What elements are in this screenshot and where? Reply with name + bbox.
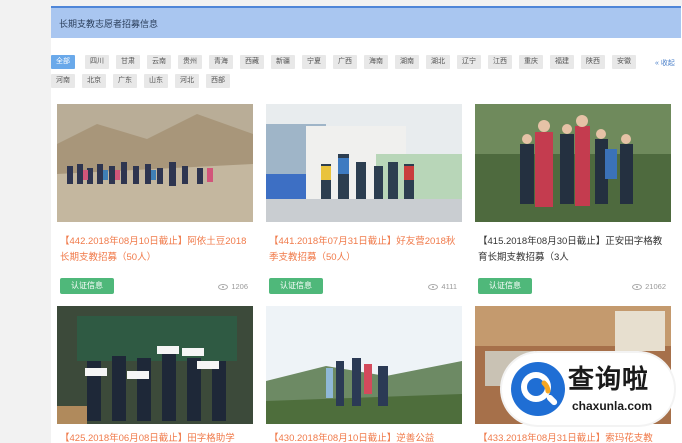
filter-tag[interactable]: 湖北 bbox=[426, 55, 450, 69]
card-title[interactable]: 【425.2018年06月08日截止】田字格助学 bbox=[60, 431, 252, 443]
filter-tag[interactable]: 湖南 bbox=[395, 55, 419, 69]
collapse-link[interactable]: « 收起 bbox=[655, 58, 675, 68]
filter-tag[interactable]: 重庆 bbox=[519, 55, 543, 69]
view-count-value: 4111 bbox=[441, 282, 457, 291]
filter-tag[interactable]: 贵州 bbox=[178, 55, 202, 69]
filter-tag[interactable]: 青海 bbox=[209, 55, 233, 69]
card-photo[interactable] bbox=[266, 104, 462, 222]
filter-tag[interactable]: 海南 bbox=[364, 55, 388, 69]
recruit-card[interactable]: 【415.2018年08月30日截止】正安田字格教育长期支教招募（3人 认证信息… bbox=[475, 104, 671, 304]
recruit-card[interactable]: 【430.2018年08月10日截止】逆善公益 bbox=[266, 306, 462, 443]
filter-tag[interactable]: 江西 bbox=[488, 55, 512, 69]
card-photo[interactable] bbox=[266, 306, 462, 424]
filter-tag[interactable]: 福建 bbox=[550, 55, 574, 69]
verify-button[interactable]: 认证信息 bbox=[60, 278, 114, 294]
filter-tag[interactable]: 四川 bbox=[85, 55, 109, 69]
recruit-card[interactable]: 【441.2018年07月31日截止】好友营2018秋季支教招募（50人） 认证… bbox=[266, 104, 462, 304]
filter-tag[interactable]: 河南 bbox=[51, 74, 75, 88]
filter-tag[interactable]: 西藏 bbox=[240, 55, 264, 69]
eye-icon bbox=[428, 283, 439, 290]
section-title: 长期支教志愿者招募信息 bbox=[59, 19, 159, 29]
watermark-domain: chaxunla.com bbox=[572, 399, 653, 413]
recruit-card[interactable]: 【425.2018年06月08日截止】田字格助学 bbox=[57, 306, 253, 443]
eye-icon bbox=[632, 283, 643, 290]
view-count: 21062 bbox=[632, 282, 666, 291]
filter-tag[interactable]: 安徽 bbox=[612, 55, 636, 69]
filter-tag[interactable]: 广东 bbox=[113, 74, 137, 88]
view-count: 4111 bbox=[428, 282, 457, 291]
card-title[interactable]: 【433.2018年08月31日截止】索玛花支教 bbox=[478, 431, 670, 443]
filter-tag[interactable]: 全部 bbox=[51, 55, 75, 69]
view-count: 1206 bbox=[218, 282, 248, 291]
filter-tag[interactable]: 宁夏 bbox=[302, 55, 326, 69]
magnifier-logo-icon bbox=[511, 362, 565, 416]
eye-icon bbox=[218, 283, 229, 290]
watermark-brand: 查询啦 bbox=[568, 365, 650, 395]
filter-tag[interactable]: 云南 bbox=[147, 55, 171, 69]
filter-tag[interactable]: 河北 bbox=[175, 74, 199, 88]
card-title[interactable]: 【430.2018年08月10日截止】逆善公益 bbox=[269, 431, 461, 443]
card-title[interactable]: 【442.2018年08月10日截止】阿依土豆2018长期支教招募（50人） bbox=[60, 234, 252, 266]
filter-tag[interactable]: 陕西 bbox=[581, 55, 605, 69]
card-title[interactable]: 【441.2018年07月31日截止】好友营2018秋季支教招募（50人） bbox=[269, 234, 461, 266]
recruit-card[interactable]: 【442.2018年08月10日截止】阿依土豆2018长期支教招募（50人） 认… bbox=[57, 104, 253, 304]
card-title[interactable]: 【415.2018年08月30日截止】正安田字格教育长期支教招募（3人 bbox=[478, 234, 670, 266]
view-count-value: 21062 bbox=[645, 282, 666, 291]
filter-tag[interactable]: 北京 bbox=[82, 74, 106, 88]
view-count-value: 1206 bbox=[231, 282, 248, 291]
filter-tag[interactable]: 辽宁 bbox=[457, 55, 481, 69]
card-photo[interactable] bbox=[475, 104, 671, 222]
filter-tag[interactable]: 山东 bbox=[144, 74, 168, 88]
filter-tag[interactable]: 广西 bbox=[333, 55, 357, 69]
verify-button[interactable]: 认证信息 bbox=[269, 278, 323, 294]
section-header: 长期支教志愿者招募信息 bbox=[51, 6, 681, 38]
card-photo[interactable] bbox=[57, 104, 253, 222]
card-photo[interactable] bbox=[57, 306, 253, 424]
filter-tag[interactable]: 西部 bbox=[206, 74, 230, 88]
verify-button[interactable]: 认证信息 bbox=[478, 278, 532, 294]
site-watermark: 查询啦 chaxunla.com bbox=[502, 353, 674, 425]
filter-tag[interactable]: 新疆 bbox=[271, 55, 295, 69]
filter-tag[interactable]: 甘肃 bbox=[116, 55, 140, 69]
